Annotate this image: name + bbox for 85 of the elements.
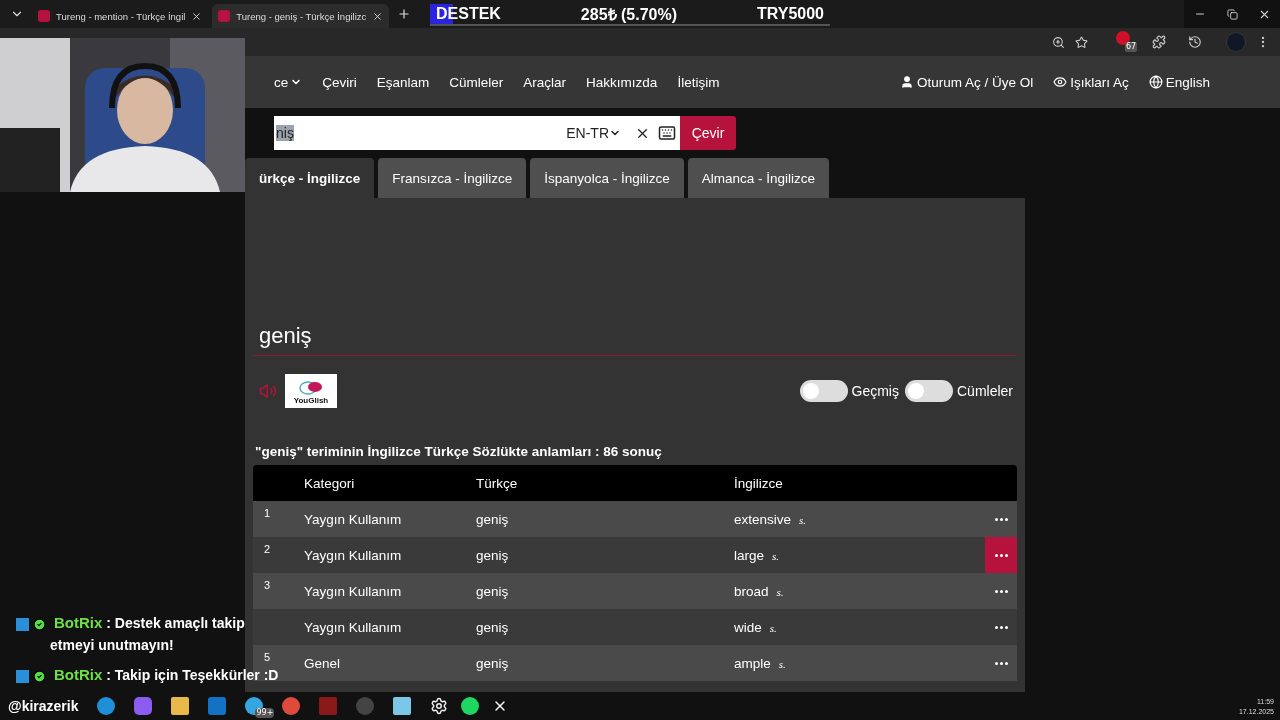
verified-icon [33, 670, 46, 683]
streamer-handle: @kirazerik [8, 698, 79, 714]
youglish-logo[interactable]: YouGlish [285, 374, 337, 408]
bookmark-star-icon[interactable] [1075, 35, 1088, 49]
chat-message: BotRix : Takip için Teşekkürler :D [53, 665, 279, 685]
table-cell-text: geniş [476, 583, 510, 599]
account-link[interactable]: Oturum Aç / Üye Ol [899, 74, 1034, 90]
table-cell-text: broad s. [734, 583, 785, 599]
column-header: İngilizce [734, 475, 784, 491]
table-cell-text: ample s. [734, 655, 787, 671]
ellipsis-icon [994, 517, 1008, 521]
restore-icon [1226, 8, 1238, 20]
toggle-switch[interactable] [905, 380, 953, 402]
account-link[interactable]: Işıkları Aç [1053, 74, 1129, 90]
close-icon[interactable] [191, 10, 203, 22]
row-number: 2 [264, 543, 272, 555]
nav-link[interactable]: İletişim [677, 74, 720, 90]
zoom-icon[interactable] [1052, 35, 1065, 49]
extension-badge: 67 [1125, 42, 1138, 52]
table-cell-text: geniş [476, 547, 510, 563]
ellipsis-icon [994, 625, 1008, 629]
table-cell-text: Yaygın Kullanım [304, 547, 403, 563]
globe-icon [1148, 75, 1163, 89]
dictionary-tab[interactable]: Fransızca - İngilizce [378, 158, 527, 198]
favicon-icon [38, 10, 50, 22]
table-cell-text: large s. [734, 547, 781, 563]
row-number: 3 [264, 579, 272, 591]
ellipsis-icon [994, 553, 1008, 557]
keyboard-icon[interactable] [658, 124, 676, 142]
history-icon[interactable] [1188, 35, 1202, 49]
table-cell-text: wide s. [734, 619, 778, 635]
music-app-icon[interactable] [461, 697, 480, 715]
table-cell-text: Yaygın Kullanım [304, 619, 403, 635]
table-cell-text: geniş [476, 619, 510, 635]
goal-amount: 285₺ (5.70%) [580, 5, 678, 25]
settings-icon[interactable] [430, 697, 449, 715]
ellipsis-icon [994, 589, 1008, 593]
puzzle-icon[interactable] [1152, 35, 1166, 49]
account-link[interactable]: English [1148, 74, 1210, 90]
dictionary-tab[interactable]: ürkçe - İngilizce [245, 158, 375, 198]
table-cell-text: Yaygın Kullanım [304, 583, 403, 599]
dictionary-tab[interactable]: Almanca - İngilizce [687, 158, 829, 198]
folder-icon[interactable] [171, 697, 190, 715]
nav-link[interactable]: Araçlar [523, 74, 567, 90]
notepad-icon[interactable] [393, 697, 412, 715]
toggle-label: Cümleler [957, 383, 1013, 399]
close-button[interactable] [1248, 0, 1280, 28]
mail-icon[interactable] [208, 697, 227, 715]
row-number: 1 [264, 507, 272, 519]
moderator-icon [16, 618, 29, 631]
nav-link[interactable]: ce [274, 74, 303, 90]
column-header: Kategori [304, 475, 356, 491]
language-select[interactable]: EN-TR [560, 124, 627, 142]
app-icon[interactable] [134, 697, 153, 715]
table-cell-text: Yaygın Kullanım [304, 511, 403, 527]
ellipsis-icon [994, 661, 1008, 665]
moderator-icon [16, 670, 29, 683]
eye-icon [1053, 75, 1068, 89]
result-summary: "geniş" teriminin İngilizce Türkçe Sözlükte anlamları : 86 sonuç [255, 444, 663, 459]
chat-message: BotRix : Destek amaçlı takip etmeyi unutmayın! [50, 613, 246, 655]
user-icon [899, 75, 914, 89]
table-cell-text: geniş [476, 655, 510, 671]
favicon-icon [218, 10, 231, 22]
close-icon[interactable] [372, 10, 384, 22]
notification-badge: 99+ [255, 708, 275, 718]
nav-link[interactable]: Çeviri [322, 74, 357, 90]
dictionary-tab[interactable]: İspanyolca - İngilizce [530, 158, 684, 198]
row-number: 5 [264, 651, 272, 663]
nav-link[interactable]: Cümleler [449, 74, 504, 90]
table-cell-text: extensive s. [734, 511, 808, 527]
table-cell-text: Genel [304, 655, 342, 671]
toggle-label: Geçmiş [851, 383, 899, 399]
verified-icon [33, 618, 46, 631]
table-cell-text: geniş [476, 511, 510, 527]
browser-tab[interactable]: Tureng - geniş - Türkçe İngilizc [212, 4, 390, 28]
browser-tab[interactable]: Tureng - mention - Türkçe İngil [32, 4, 209, 28]
goal-target: TRY5000 [757, 5, 824, 23]
nav-link[interactable]: Eşanlam [376, 74, 430, 90]
column-header: Türkçe [476, 475, 519, 491]
toggle-switch[interactable] [799, 380, 848, 402]
plus-icon [397, 7, 412, 21]
term-heading: geniş [259, 323, 313, 350]
translate-button[interactable]: Çevir [680, 116, 736, 150]
search-field[interactable]: niş EN-TR [274, 116, 680, 150]
nav-link[interactable]: Hakkımızda [586, 74, 658, 90]
